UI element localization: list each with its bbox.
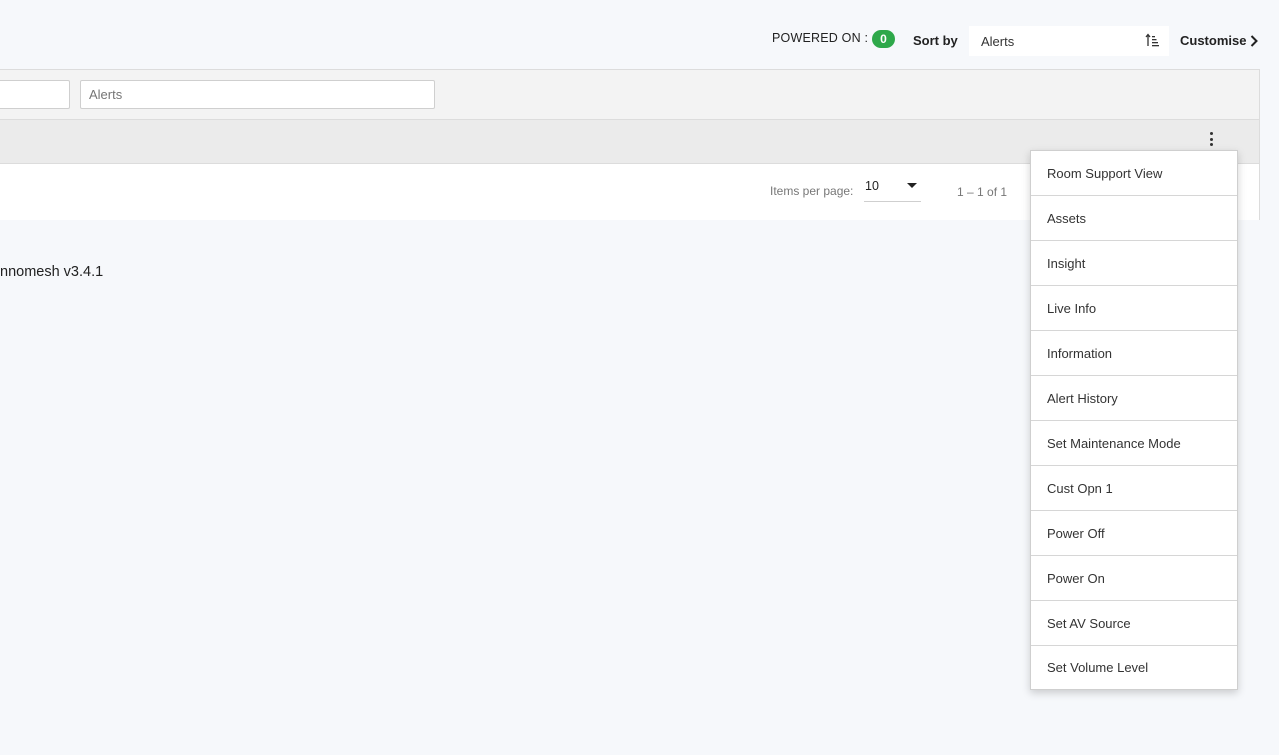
powered-on-count-badge: 0 <box>872 30 895 48</box>
menu-item-live-info[interactable]: Live Info <box>1031 286 1237 331</box>
alerts-filter-input[interactable] <box>80 80 435 109</box>
more-vertical-icon[interactable] <box>1206 132 1216 150</box>
powered-on-label: POWERED ON : <box>772 31 869 45</box>
customise-button[interactable]: Customise <box>1180 33 1259 48</box>
sort-by-select[interactable]: Alerts <box>969 26 1169 56</box>
chevron-right-icon <box>1251 34 1259 47</box>
menu-item-cust-opn-1[interactable]: Cust Opn 1 <box>1031 466 1237 511</box>
sort-ascending-icon[interactable] <box>1145 32 1159 48</box>
row-actions-menu: Room Support View Assets Insight Live In… <box>1030 150 1238 690</box>
items-per-page-label: Items per page: <box>770 184 854 198</box>
items-per-page-value: 10 <box>865 179 879 193</box>
menu-item-set-av-source[interactable]: Set AV Source <box>1031 601 1237 646</box>
menu-item-room-support-view[interactable]: Room Support View <box>1031 151 1237 196</box>
menu-item-information[interactable]: Information <box>1031 331 1237 376</box>
menu-item-set-maintenance-mode[interactable]: Set Maintenance Mode <box>1031 421 1237 466</box>
menu-item-alert-history[interactable]: Alert History <box>1031 376 1237 421</box>
page: POWERED ON : 0 Sort by Alerts Customise <box>0 0 1279 755</box>
sort-by-label: Sort by <box>913 33 958 48</box>
menu-item-insight[interactable]: Insight <box>1031 241 1237 286</box>
version-text: nnomesh v3.4.1 <box>0 264 104 280</box>
menu-item-power-off[interactable]: Power Off <box>1031 511 1237 556</box>
caret-down-icon <box>907 183 917 188</box>
menu-item-set-volume-level[interactable]: Set Volume Level <box>1031 646 1237 689</box>
menu-item-assets[interactable]: Assets <box>1031 196 1237 241</box>
menu-item-power-on[interactable]: Power On <box>1031 556 1237 601</box>
filter-row <box>0 70 1259 120</box>
page-range-label: 1 – 1 of 1 <box>957 185 1008 199</box>
sort-by-value: Alerts <box>981 34 1015 49</box>
items-per-page-select[interactable]: 10 <box>864 178 921 202</box>
customise-label: Customise <box>1180 33 1247 48</box>
filter-input[interactable] <box>0 80 70 109</box>
